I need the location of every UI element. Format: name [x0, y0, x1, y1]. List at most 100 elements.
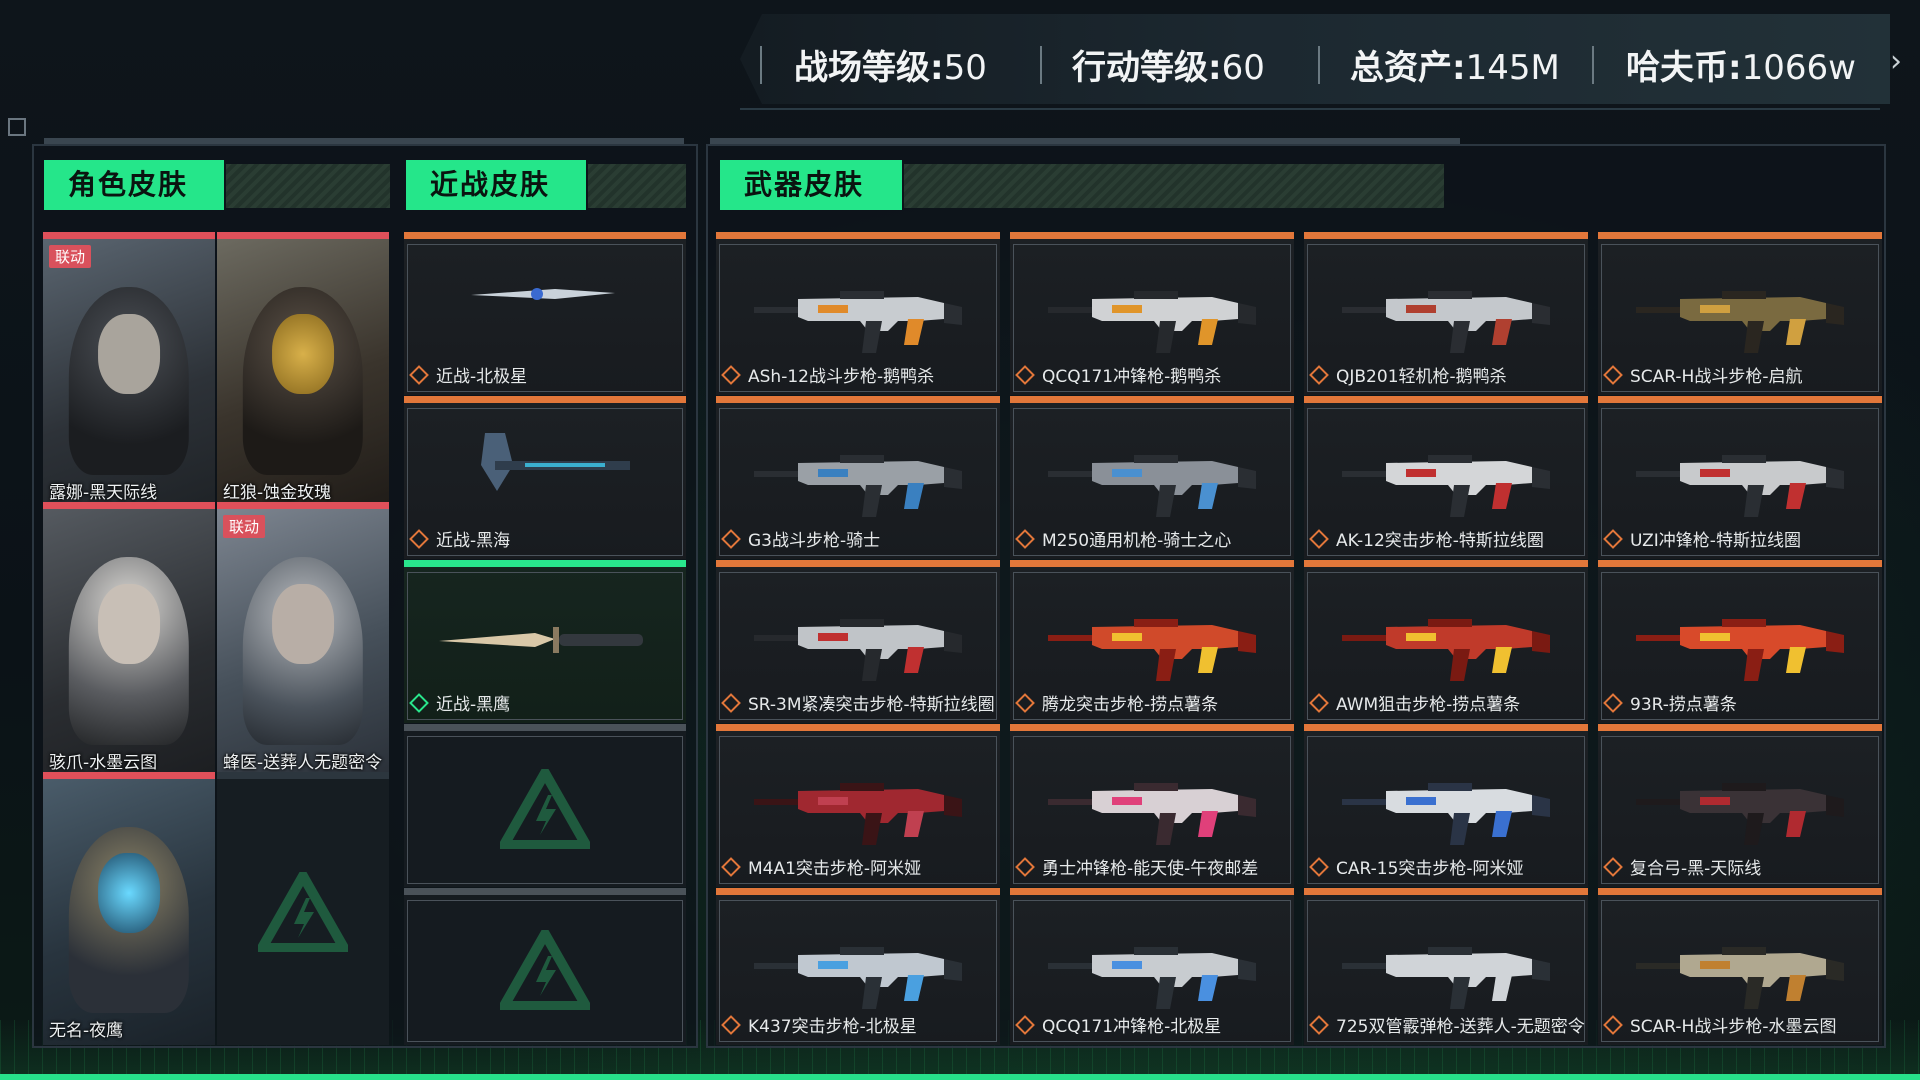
weapon-skin-card[interactable]: SCAR-H战斗步枪-水墨云图 — [1598, 888, 1882, 1045]
stats-separator — [1318, 46, 1320, 84]
stat-operation-level: 行动等级:60 — [1072, 48, 1265, 88]
rarity-diamond-icon — [1309, 856, 1329, 877]
empty-character-slot — [217, 772, 389, 1045]
weapon-skin-card[interactable]: 复合弓-黑-天际线 — [1598, 724, 1882, 887]
character-skin-name: 红狼-蚀金玫瑰 — [223, 483, 332, 503]
stats-bar-underline — [740, 108, 1880, 110]
corner-square-icon — [8, 118, 26, 136]
rarity-diamond-icon — [1603, 692, 1623, 713]
weapon-icon — [754, 455, 962, 517]
rarity-diamond-icon — [1015, 364, 1035, 385]
section-title-weapon-skins: 武器皮肤 — [720, 160, 902, 210]
weapon-skin-name: CAR-15突击步枪-阿米娅 — [1336, 859, 1524, 879]
rarity-diamond-icon — [1015, 528, 1035, 549]
weapon-skin-card[interactable]: UZI冲锋枪-特斯拉线圈 — [1598, 396, 1882, 559]
rarity-diamond-icon — [1015, 1014, 1035, 1035]
weapon-skin-card[interactable]: G3战斗步枪-骑士 — [716, 396, 1000, 559]
character-skin-card[interactable]: 骇爪-水墨云图 — [43, 502, 215, 777]
melee-skin-card[interactable]: 近战-黑鹰 — [404, 560, 686, 723]
weapon-icon — [754, 291, 962, 353]
weapon-skin-card[interactable]: 93R-捞点薯条 — [1598, 560, 1882, 723]
chevron-right-icon[interactable]: › — [1890, 44, 1902, 79]
weapon-skin-card[interactable]: K437突击步枪-北极星 — [716, 888, 1000, 1045]
rarity-diamond-icon — [409, 364, 429, 385]
collab-badge: 联动 — [49, 245, 92, 268]
weapon-skin-name: SCAR-H战斗步枪-启航 — [1630, 367, 1803, 387]
weapon-icon — [1636, 947, 1844, 1009]
weapon-skin-card[interactable]: M250通用机枪-骑士之心 — [1010, 396, 1294, 559]
axe-icon — [481, 433, 630, 491]
weapon-skin-name: AK-12突击步枪-特斯拉线圈 — [1336, 531, 1544, 551]
left-panel-stripe — [44, 138, 684, 144]
weapon-skin-card[interactable]: SR-3M紧凑突击步枪-特斯拉线圈 — [716, 560, 1000, 723]
weapon-skin-card[interactable]: SCAR-H战斗步枪-启航 — [1598, 232, 1882, 395]
stat-total-assets: 总资产:145M — [1350, 48, 1560, 88]
weapon-skin-card[interactable]: AWM狙击步枪-捞点薯条 — [1304, 560, 1588, 723]
weapon-skin-name: 93R-捞点薯条 — [1630, 695, 1737, 715]
rarity-diamond-icon — [1603, 1014, 1623, 1035]
character-skin-card[interactable]: 无名-夜鹰 — [43, 772, 215, 1045]
melee-skin-name: 近战-黑海 — [436, 531, 511, 551]
rarity-diamond-icon — [1015, 856, 1035, 877]
character-skin-card[interactable]: 联动 蜂医-送葬人无题密令 — [217, 502, 389, 777]
character-art — [217, 239, 389, 507]
character-skin-name: 骇爪-水墨云图 — [49, 753, 158, 773]
section-tail-decoration — [226, 164, 390, 208]
weapon-skin-card[interactable]: QCQ171冲锋枪-北极星 — [1010, 888, 1294, 1045]
weapon-icon — [754, 619, 962, 681]
melee-skin-card[interactable]: 近战-北极星 — [404, 232, 686, 395]
rarity-diamond-icon — [1015, 692, 1035, 713]
weapon-skin-card[interactable]: AK-12突击步枪-特斯拉线圈 — [1304, 396, 1588, 559]
weapon-skin-card[interactable]: 725双管霰弹枪-送葬人-无题密令 — [1304, 888, 1588, 1045]
character-art — [43, 239, 215, 507]
weapon-skin-card[interactable]: 勇士冲锋枪-能天使-午夜邮差 — [1010, 724, 1294, 887]
character-skin-name: 露娜-黑天际线 — [49, 483, 158, 503]
delta-logo-icon — [500, 769, 590, 849]
rarity-diamond-icon — [1309, 692, 1329, 713]
collab-badge: 联动 — [223, 515, 266, 538]
rarity-diamond-icon — [1309, 1014, 1329, 1035]
weapon-skin-card[interactable]: CAR-15突击步枪-阿米娅 — [1304, 724, 1588, 887]
rarity-diamond-icon — [721, 1014, 741, 1035]
weapon-skin-card[interactable]: 腾龙突击步枪-捞点薯条 — [1010, 560, 1294, 723]
rarity-diamond-icon — [721, 856, 741, 877]
weapon-skin-name: 腾龙突击步枪-捞点薯条 — [1042, 695, 1219, 715]
character-skin-name: 蜂医-送葬人无题密令 — [223, 753, 383, 773]
weapon-skin-name: 复合弓-黑-天际线 — [1630, 859, 1762, 879]
weapon-skin-card[interactable]: M4A1突击步枪-阿米娅 — [716, 724, 1000, 887]
rarity-diamond-icon — [721, 364, 741, 385]
rarity-diamond-icon — [409, 528, 429, 549]
weapon-skin-name: QJB201轻机枪-鹅鸭杀 — [1336, 367, 1507, 387]
melee-skin-card[interactable]: 近战-黑海 — [404, 396, 686, 559]
stats-separator — [1592, 46, 1594, 84]
section-title-character-skins: 角色皮肤 — [44, 160, 224, 210]
weapon-skin-name: G3战斗步枪-骑士 — [748, 531, 881, 551]
section-tail-decoration — [588, 164, 686, 208]
knife-icon — [471, 288, 615, 300]
weapon-icon — [1342, 947, 1550, 1009]
weapon-skin-card[interactable]: ASh-12战斗步枪-鹅鸭杀 — [716, 232, 1000, 395]
character-skin-card[interactable]: 红狼-蚀金玫瑰 — [217, 232, 389, 507]
weapon-icon — [1636, 291, 1844, 353]
rarity-diamond-icon — [1603, 364, 1623, 385]
rarity-diamond-icon — [721, 528, 741, 549]
weapon-icon — [1342, 619, 1550, 681]
bottom-accent-line — [0, 1074, 1920, 1080]
weapon-icon — [1342, 455, 1550, 517]
rarity-diamond-icon — [1309, 364, 1329, 385]
weapon-skin-card[interactable]: QJB201轻机枪-鹅鸭杀 — [1304, 232, 1588, 395]
weapon-skin-name: SCAR-H战斗步枪-水墨云图 — [1630, 1017, 1837, 1037]
weapon-skin-name: 725双管霰弹枪-送葬人-无题密令 — [1336, 1017, 1585, 1037]
weapon-skin-card[interactable]: QCQ171冲锋枪-鹅鸭杀 — [1010, 232, 1294, 395]
weapon-skin-name: AWM狙击步枪-捞点薯条 — [1336, 695, 1521, 715]
character-art — [43, 779, 215, 1045]
weapon-icon — [1048, 291, 1256, 353]
character-art — [43, 509, 215, 777]
weapon-icon — [1048, 783, 1256, 845]
weapon-icon — [1048, 947, 1256, 1009]
weapon-icon — [1636, 455, 1844, 517]
rarity-diamond-icon — [1309, 528, 1329, 549]
rarity-diamond-icon — [1603, 856, 1623, 877]
weapon-icon — [754, 947, 962, 1009]
character-skin-card[interactable]: 联动 露娜-黑天际线 — [43, 232, 215, 507]
